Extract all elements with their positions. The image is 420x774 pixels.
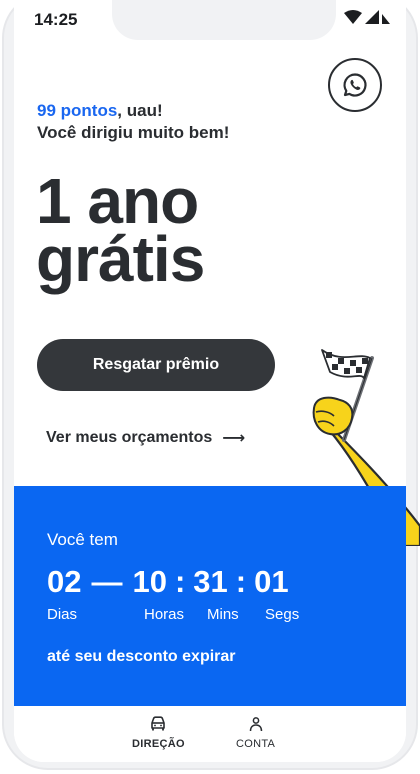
- status-icons: [344, 10, 392, 24]
- redeem-prize-button[interactable]: Resgatar prêmio: [37, 339, 275, 391]
- points-suffix: , uau!: [117, 101, 163, 120]
- label-days: Dias: [47, 606, 78, 623]
- whatsapp-button[interactable]: [328, 58, 382, 112]
- label-seconds: Segs: [265, 606, 300, 623]
- countdown-minutes: 31: [193, 564, 228, 599]
- view-quotes-link[interactable]: Ver meus orçamentos ⟶: [46, 428, 245, 448]
- countdown-hours: 10: [132, 564, 167, 599]
- whatsapp-icon: [343, 73, 367, 97]
- countdown-footer: até seu desconto expirar: [47, 648, 236, 665]
- countdown-days: 02: [47, 564, 82, 599]
- user-icon: [249, 717, 262, 732]
- label-minutes: Mins: [207, 606, 239, 623]
- prize-line-2: grátis: [36, 223, 205, 295]
- discount-countdown-panel: Você tem 02 — 10 : 31 : 01 Dias Horas Mi…: [14, 486, 406, 706]
- countdown-separator: :: [235, 564, 247, 599]
- bottom-tab-bar: DIREÇÃO CONTA: [14, 706, 406, 762]
- tab-direcao[interactable]: DIREÇÃO: [132, 716, 185, 750]
- score-line: 99 pontos, uau!: [37, 98, 163, 123]
- view-quotes-label: Ver meus orçamentos: [46, 429, 213, 446]
- tab-conta[interactable]: CONTA: [236, 716, 275, 750]
- score-message: Você dirigiu muito bem!: [37, 123, 230, 142]
- prize-title: 1 ano grátis: [36, 165, 205, 295]
- battery-icon: [382, 14, 390, 24]
- countdown-seconds: 01: [254, 564, 289, 599]
- signal-icon: [365, 10, 379, 24]
- countdown-heading: Você tem: [47, 530, 118, 549]
- points-value: 99 pontos: [37, 101, 118, 120]
- arrow-right-icon: ⟶: [222, 430, 246, 447]
- device-notch: [112, 0, 336, 40]
- car-icon: [151, 716, 166, 731]
- wifi-icon: [344, 10, 362, 24]
- countdown-values: 02 — 10 : 31 : 01: [47, 564, 289, 600]
- tab-label: DIREÇÃO: [132, 738, 185, 750]
- tab-label: CONTA: [236, 738, 276, 750]
- status-time: 14:25: [34, 10, 78, 29]
- label-hours: Horas: [144, 606, 185, 623]
- countdown-dash: —: [91, 564, 123, 599]
- countdown-separator: :: [174, 564, 186, 599]
- prize-line-1: 1 ano: [36, 165, 199, 237]
